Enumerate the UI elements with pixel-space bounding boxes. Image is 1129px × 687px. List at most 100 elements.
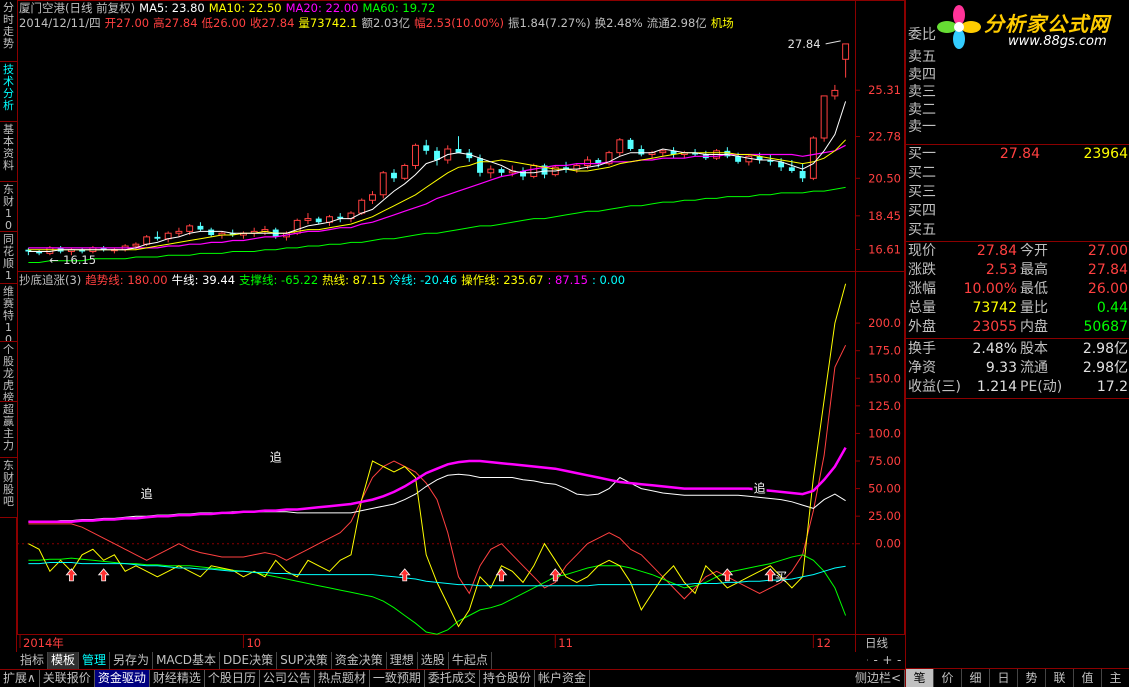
quote-value: 9.33 (985, 360, 1017, 376)
candle-body (304, 218, 312, 221)
toolbar1-button-7[interactable]: 资金决策 (332, 652, 387, 669)
toolbar2-button-9[interactable]: 持仓股份 (480, 670, 535, 687)
left-tab-1[interactable]: 技术分析 (0, 62, 17, 122)
header-field: 换2.48% (594, 16, 643, 30)
right-tab-2[interactable]: 细 (962, 669, 990, 687)
webi-label: 委比 (908, 27, 936, 43)
chase-signal: 追 (754, 481, 766, 496)
right-tab-4[interactable]: 势 (1018, 669, 1046, 687)
right-tab-0[interactable]: 笔 (906, 669, 934, 687)
indicator-tick-label: 25.00 (868, 509, 901, 523)
left-tab-6[interactable]: 个股龙虎榜 (0, 342, 17, 402)
price-tick-label: 22.78 (868, 130, 901, 144)
toolbar1-button-5[interactable]: DDE决策 (220, 652, 278, 669)
quote-label: 流通 (1020, 360, 1048, 376)
quote-value: 2.98亿 (1082, 341, 1128, 357)
toolbar1-button-10[interactable]: 牛起点 (449, 652, 492, 669)
sidebar-toggle-button[interactable]: 侧边栏< (852, 670, 905, 687)
toolbar1-button-3[interactable]: 另存为 (110, 652, 154, 669)
toolbar1-button-2[interactable]: 管理 (79, 652, 111, 669)
sell-label: 卖三 (908, 84, 936, 100)
right-tab-1[interactable]: 价 (934, 669, 962, 687)
low-annotation: 16.15 (63, 253, 96, 267)
right-tab-3[interactable]: 日 (990, 669, 1018, 687)
header-field: 操作线: 235.67 (461, 273, 544, 287)
toolbar2-button-3[interactable]: 财经精选 (150, 670, 205, 687)
sell-row[interactable]: 卖五 (906, 48, 1129, 67)
quote-value: 2.98亿 (1082, 360, 1128, 376)
buy-row[interactable]: 买一 27.84 23964 (906, 145, 1129, 164)
zoom-out-button[interactable]: - (893, 653, 905, 667)
quote-label: 换手 (908, 341, 936, 357)
date-tick-label: 2014年 (23, 636, 64, 650)
buy-row[interactable]: 买三 (906, 183, 1129, 202)
header-field: MA60: 19.72 (362, 1, 436, 15)
date-tick-label: 12 (816, 636, 831, 650)
buy-label: 买二 (908, 165, 936, 181)
toolbar2-button-2[interactable]: 资金驱动 (94, 670, 150, 687)
quote-label: 收益(三) (908, 379, 961, 395)
quote-label: 最高 (1020, 262, 1048, 278)
toolbar2-button-8[interactable]: 委托成交 (425, 670, 480, 687)
quote-label: 量比 (1020, 300, 1048, 316)
zoom-in-button[interactable]: + (882, 653, 894, 667)
buy-row[interactable]: 买五 (906, 221, 1129, 240)
candle-body (659, 150, 667, 154)
candle-body (477, 158, 483, 173)
toolbar1-button-0[interactable]: 指标 (17, 652, 49, 669)
toolbar1-button-9[interactable]: 选股 (418, 652, 449, 669)
quote-label: 涨幅 (908, 281, 936, 297)
quote-row: 涨幅 10.00% 最低 26.00 (906, 280, 1129, 299)
high-annotation-arrow (825, 40, 841, 45)
quote-value: 50687 (1083, 319, 1128, 335)
buy-row[interactable]: 买二 (906, 164, 1129, 183)
toolbar2-button-5[interactable]: 公司公告 (260, 670, 315, 687)
toolbar2-button-10[interactable]: 帐户资金 (535, 670, 590, 687)
left-tab-8[interactable]: 东财股吧 (0, 458, 17, 518)
toolbar2-button-6[interactable]: 热点题材 (315, 670, 370, 687)
toolbar1-button-4[interactable]: MACD基本 (153, 652, 221, 669)
quote-label: 最低 (1020, 281, 1048, 297)
candle-body (788, 167, 795, 171)
left-tab-label: 技术分析 (3, 63, 14, 112)
zoom-out-button[interactable]: - (870, 653, 882, 667)
right-tab-7[interactable]: 主 (1102, 669, 1129, 687)
sell-row[interactable]: 卖三 (906, 83, 1129, 102)
left-tab-7[interactable]: 超赢主力 (0, 402, 17, 458)
quote-divider (906, 338, 1129, 339)
buy-row[interactable]: 买四 (906, 202, 1129, 221)
left-tab-label: 东财股吧 (3, 459, 14, 508)
right-tab-5[interactable]: 联 (1046, 669, 1074, 687)
candle-body (820, 95, 828, 139)
toolbar2-button-4[interactable]: 个股日历 (205, 670, 260, 687)
right-tab-6[interactable]: 值 (1074, 669, 1102, 687)
sell-label: 卖二 (908, 101, 936, 118)
toolbar2-button-0[interactable]: 扩展∧ (0, 670, 40, 687)
candle-body (358, 199, 366, 214)
sell-row[interactable]: 卖四 (906, 66, 1129, 85)
header-field: 开27.00 (104, 16, 150, 30)
left-tab-4[interactable]: 同花顺10 (0, 232, 17, 284)
toolbar2-button-7[interactable]: 一致预期 (370, 670, 425, 687)
buy-arrow-icon (764, 568, 777, 582)
header-field: 支撑线: -65.22 (239, 273, 319, 287)
quote-label: 现价 (908, 243, 936, 259)
toolbar1-button-6[interactable]: SUP决策 (277, 652, 332, 669)
kline-indicator-chart[interactable]: 25.31 22.78 20.50 18.45 16.61 200.0 175.0 150.0… (17, 0, 905, 652)
toolbar1-button-1[interactable]: 模板 (48, 652, 80, 669)
toolbar2-button-1[interactable]: 关联报价 (40, 670, 95, 687)
header-field: 厦门空港(日线 前复权) (19, 1, 136, 15)
quote-label: 总量 (908, 300, 936, 316)
toolbar1-button-8[interactable]: 理想 (387, 652, 418, 669)
left-tab-0[interactable]: 分时走势 (0, 0, 17, 62)
left-tab-5[interactable]: 维赛特10 (0, 284, 17, 342)
candle-body (584, 159, 592, 166)
left-tab-2[interactable]: 基本资料 (0, 122, 17, 182)
quote-label: 外盘 (908, 319, 936, 335)
candle-body (799, 170, 806, 179)
chase-signal: 追 (270, 450, 282, 465)
chart-area[interactable]: 25.31 22.78 20.50 18.45 16.61 200.0 175.0 150.0… (17, 0, 905, 652)
sell-row[interactable]: 卖一 (906, 118, 1129, 137)
sell-row[interactable]: 卖二 (906, 101, 1129, 120)
left-tab-3[interactable]: 东财10 (0, 182, 17, 232)
